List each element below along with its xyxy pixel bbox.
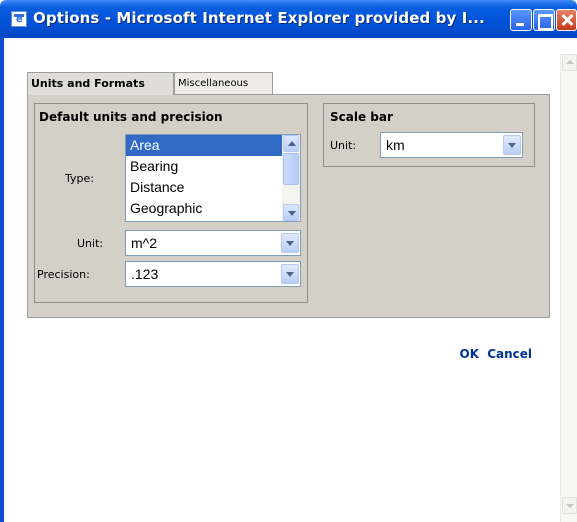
scale-unit-select-value: km <box>386 137 405 153</box>
scroll-up-icon[interactable] <box>562 54 577 71</box>
scale-unit-select[interactable]: km <box>380 132 523 158</box>
maximize-button[interactable] <box>533 9 555 31</box>
default-units-legend: Default units and precision <box>39 110 223 124</box>
chevron-down-icon[interactable] <box>281 264 299 284</box>
chevron-down-icon[interactable] <box>283 204 299 221</box>
scroll-down-icon[interactable] <box>562 497 577 514</box>
ok-link[interactable]: OK <box>460 347 480 361</box>
default-units-fieldset: Default units and precision Type: Area B… <box>34 103 308 303</box>
window-title: Options - Microsoft Internet Explorer pr… <box>33 9 485 27</box>
dialog-actions: OK Cancel <box>460 347 533 361</box>
type-listbox-scrollbar[interactable] <box>282 135 300 221</box>
unit-select[interactable]: m^2 <box>125 230 301 256</box>
cancel-link[interactable]: Cancel <box>487 347 532 361</box>
list-item[interactable]: Distance <box>126 177 282 198</box>
list-item[interactable]: Geographic <box>126 198 282 219</box>
close-button[interactable] <box>556 9 577 31</box>
list-item[interactable]: Bearing <box>126 156 282 177</box>
list-item[interactable]: Area <box>126 135 282 156</box>
page-scrollbar[interactable] <box>560 54 577 522</box>
window-frame-left <box>0 38 4 522</box>
precision-select[interactable]: .123 <box>125 261 301 287</box>
chevron-down-icon[interactable] <box>503 135 521 155</box>
chevron-up-icon[interactable] <box>283 135 299 152</box>
precision-select-value: .123 <box>131 266 159 282</box>
minimize-button[interactable] <box>510 9 532 31</box>
scale-bar-fieldset: Scale bar Unit: km <box>323 103 535 167</box>
type-listbox[interactable]: Area Bearing Distance Geographic <box>125 134 301 222</box>
scroll-thumb[interactable] <box>283 153 299 185</box>
scale-unit-label: Unit: <box>330 139 357 152</box>
title-bar[interactable]: Options - Microsoft Internet Explorer pr… <box>0 0 577 38</box>
unit-select-value: m^2 <box>131 235 158 251</box>
units-and-formats-panel: Default units and precision Type: Area B… <box>27 94 550 318</box>
unit-label: Unit: <box>77 237 104 250</box>
scale-bar-legend: Scale bar <box>330 110 393 124</box>
tab-units-and-formats[interactable]: Units and Formats <box>27 72 174 95</box>
chevron-down-icon[interactable] <box>281 233 299 253</box>
internet-explorer-icon <box>11 11 27 27</box>
precision-label: Precision: <box>37 268 90 281</box>
tab-miscellaneous[interactable]: Miscellaneous <box>174 72 273 94</box>
type-label: Type: <box>65 172 94 185</box>
